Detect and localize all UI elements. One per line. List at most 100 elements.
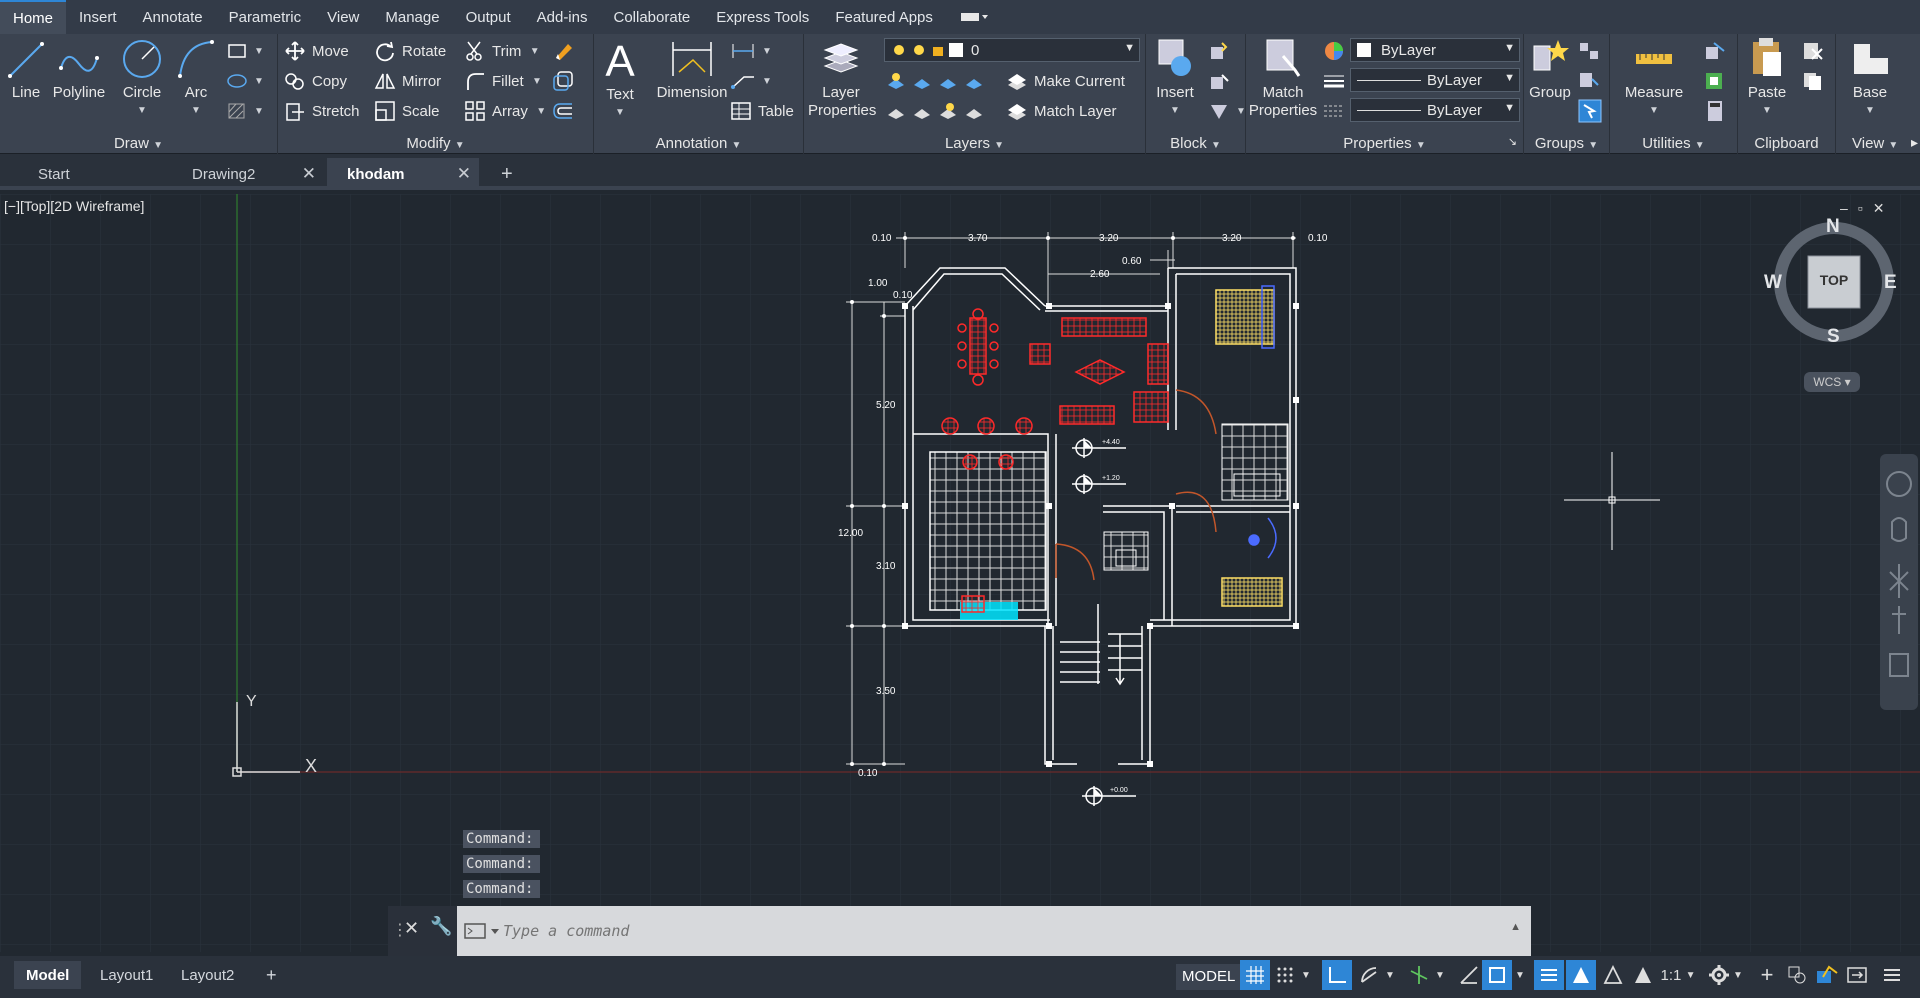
panel-title-modify[interactable]: Modify ▼: [278, 135, 593, 152]
tab-output[interactable]: Output: [453, 0, 524, 34]
compass-s[interactable]: S: [1827, 326, 1840, 348]
linear-dimension-button[interactable]: ▼: [730, 38, 772, 64]
panel-title-properties[interactable]: Properties ▼ ↘: [1246, 135, 1523, 152]
erase-button[interactable]: [552, 38, 580, 64]
make-current-button[interactable]: Make Current: [1006, 68, 1125, 94]
color-dropdown[interactable]: ByLayer ▼: [1350, 38, 1520, 62]
line-button[interactable]: Line: [6, 38, 46, 102]
copy-clip-icon[interactable]: [1802, 68, 1830, 94]
wcs-button[interactable]: WCS ▾: [1804, 372, 1860, 392]
layout-tab-layout1[interactable]: Layout1: [88, 961, 165, 989]
linetype-dropdown[interactable]: ByLayer ▼: [1350, 98, 1520, 122]
dimension-button[interactable]: Dimension: [652, 38, 732, 102]
tab-add-ins[interactable]: Add-ins: [524, 0, 601, 34]
tab-express-tools[interactable]: Express Tools: [703, 0, 822, 34]
leader-button[interactable]: ▼: [730, 68, 772, 94]
layer-dropdown[interactable]: 0 ▼: [884, 38, 1140, 62]
trim-button[interactable]: Trim ▼: [464, 38, 540, 64]
doc-tab-khodam[interactable]: khodam ✕: [327, 158, 479, 190]
rotate-button[interactable]: Rotate: [374, 38, 446, 64]
fillet-button[interactable]: Fillet ▼: [464, 68, 542, 94]
command-input-box[interactable]: ▲: [457, 906, 1531, 956]
table-button[interactable]: Table: [730, 98, 794, 124]
select-all-icon[interactable]: [1704, 68, 1732, 94]
hatch-button[interactable]: ▼: [226, 98, 264, 124]
ungroup-icon[interactable]: [1578, 38, 1606, 64]
panel-title-view[interactable]: View ▼: [1852, 135, 1920, 152]
calculator-icon[interactable]: [1704, 98, 1732, 124]
color-wheel-icon[interactable]: [1322, 38, 1352, 64]
object-snap-tracking-icon[interactable]: [1454, 960, 1484, 990]
viewcube[interactable]: TOP N S E W: [1764, 214, 1902, 350]
group-edit-icon[interactable]: [1578, 68, 1606, 94]
compass-n[interactable]: N: [1826, 216, 1840, 238]
scale-button[interactable]: Scale: [374, 98, 440, 124]
block-attributes-button[interactable]: ▼: [1208, 98, 1246, 124]
doc-tab-start[interactable]: Start: [18, 158, 178, 190]
tab-view[interactable]: View: [314, 0, 372, 34]
paste-button[interactable]: Paste ▼: [1740, 36, 1794, 120]
customization-menu-icon[interactable]: [1872, 960, 1912, 990]
customize-wrench-icon[interactable]: 🔧: [430, 916, 452, 937]
close-icon[interactable]: ✕: [302, 164, 316, 184]
chevron-down-icon[interactable]: ▼: [1298, 960, 1314, 990]
isolate-objects-icon[interactable]: [1782, 960, 1812, 990]
chevron-down-icon[interactable]: ▼: [1432, 960, 1448, 990]
navigation-bar[interactable]: [1880, 454, 1918, 710]
tab-insert[interactable]: Insert: [66, 0, 130, 34]
doc-tab-drawing2[interactable]: Drawing2 ✕: [172, 158, 324, 190]
lineweight-display-icon[interactable]: [1534, 960, 1564, 990]
model-space-button[interactable]: MODEL: [1176, 964, 1242, 990]
move-button[interactable]: Move: [284, 38, 349, 64]
text-button[interactable]: A Text ▼: [602, 36, 638, 122]
new-tab-button[interactable]: +: [487, 158, 527, 190]
group-selection-icon[interactable]: [1578, 98, 1608, 124]
add-layout-button[interactable]: +: [254, 961, 289, 989]
snap-icon[interactable]: [1270, 960, 1300, 990]
match-layer-button[interactable]: Match Layer: [1006, 98, 1117, 124]
group-button[interactable]: Group: [1526, 36, 1574, 102]
ribbon-display-toggle-icon[interactable]: [946, 0, 1002, 34]
tab-home[interactable]: Home: [0, 0, 67, 34]
match-properties-button[interactable]: Match Properties: [1248, 36, 1318, 120]
chevron-down-icon[interactable]: ▼: [1512, 960, 1528, 990]
annotation-scale-icon[interactable]: [1628, 960, 1658, 990]
clean-screen-icon[interactable]: [1842, 960, 1872, 990]
array-button[interactable]: Array ▼: [464, 98, 546, 124]
plus-icon[interactable]: +: [1752, 960, 1782, 990]
cut-icon[interactable]: [1802, 38, 1830, 64]
close-icon[interactable]: ✕: [404, 918, 419, 939]
compass-w[interactable]: W: [1764, 272, 1782, 294]
polar-tracking-icon[interactable]: [1354, 960, 1384, 990]
tab-manage[interactable]: Manage: [372, 0, 452, 34]
panel-title-annotation[interactable]: Annotation ▼: [594, 135, 803, 152]
edit-block-button[interactable]: [1208, 68, 1236, 94]
layout-tab-model[interactable]: Model: [14, 961, 82, 989]
insert-button[interactable]: Insert ▼: [1150, 36, 1200, 120]
offset-button[interactable]: [552, 68, 580, 94]
chevron-down-icon[interactable]: ▼: [1730, 960, 1746, 990]
quick-select-icon[interactable]: [1704, 38, 1732, 64]
annotation-scale-value[interactable]: 1:1 ▼: [1656, 960, 1700, 990]
layer-properties-button[interactable]: Layer Properties: [808, 36, 876, 120]
copy-button[interactable]: Copy: [284, 68, 347, 94]
chevron-down-icon[interactable]: ▼: [1382, 960, 1398, 990]
tab-parametric[interactable]: Parametric: [216, 0, 315, 34]
drawing-viewport[interactable]: Y X 0.10 3.70 3.20 3.20 0.10 2.60 0.60 1…: [0, 194, 1920, 952]
command-input[interactable]: [503, 922, 1463, 940]
panel-title-utilities[interactable]: Utilities ▼: [1610, 135, 1737, 152]
measure-button[interactable]: Measure ▼: [1612, 36, 1696, 120]
mirror-button[interactable]: Mirror: [374, 68, 441, 94]
grid-icon[interactable]: [1240, 960, 1270, 990]
rectangle-button[interactable]: ▼: [226, 38, 264, 64]
command-history-toggle-icon[interactable]: ▲: [1510, 921, 1521, 933]
panel-title-clipboard[interactable]: Clipboard: [1738, 135, 1835, 152]
auto-scale-icon[interactable]: [1598, 960, 1628, 990]
ellipse-button[interactable]: ▼: [226, 68, 264, 94]
ribbon-overflow-icon[interactable]: ▸: [1911, 134, 1918, 151]
compass-e[interactable]: E: [1884, 272, 1897, 294]
viewport-controls-label[interactable]: [−][Top][2D Wireframe]: [4, 198, 144, 214]
layer-tools-row-2[interactable]: [884, 98, 998, 124]
arc-button[interactable]: Arc ▼: [172, 38, 220, 120]
ortho-icon[interactable]: [1322, 960, 1352, 990]
